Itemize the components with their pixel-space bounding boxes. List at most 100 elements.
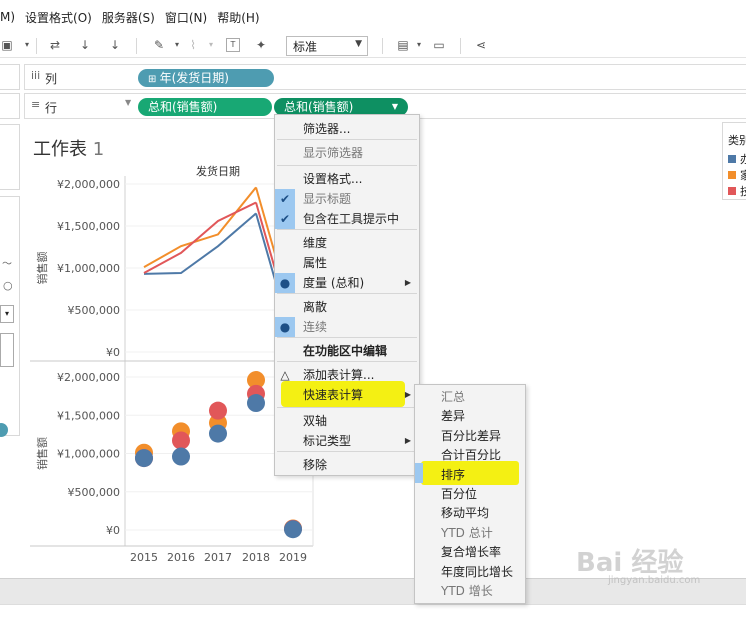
- context-menu-item[interactable]: 显示标题 ✔: [275, 189, 419, 209]
- radio-dot-icon: ●: [275, 317, 295, 337]
- scatter-point[interactable]: [247, 394, 265, 413]
- menu-separator: [277, 293, 417, 294]
- x-tick-label: 2017: [204, 551, 232, 564]
- checkmark-icon: ✔: [275, 189, 295, 209]
- context-menu-item[interactable]: 快速表计算 ▶: [275, 385, 419, 405]
- context-menu-item[interactable]: 连续 ●: [275, 317, 419, 337]
- legend-swatch[interactable]: [728, 155, 736, 163]
- submenu-arrow-icon: ▶: [404, 390, 411, 399]
- context-menu: 筛选器... 显示筛选器设置格式... 显示标题 ✔ 包含在工具提示中 ✔ 维度属性度量 (…: [274, 114, 420, 476]
- legend-swatch[interactable]: [728, 187, 736, 195]
- context-menu-item[interactable]: 维度: [275, 233, 419, 253]
- context-menu-item[interactable]: 离散: [275, 297, 419, 317]
- y-tick-label: ¥500,000: [68, 304, 121, 317]
- submenu-item[interactable]: 百分比差异: [415, 426, 525, 446]
- context-menu-item[interactable]: 度量 (总和) ● ▶: [275, 273, 419, 293]
- scatter-point[interactable]: [209, 424, 227, 443]
- scatter-point[interactable]: [209, 401, 227, 420]
- submenu-item-label: 移动平均: [441, 506, 490, 521]
- submenu-item-label: 百分比差异: [441, 428, 502, 443]
- menu-item-label: 度量 (总和): [303, 276, 365, 290]
- menu-item-label: 属性: [303, 256, 328, 270]
- color-legend: 类别 办 家 技: [722, 122, 746, 200]
- submenu-item-label: 复合增长率: [441, 545, 502, 560]
- x-tick-label: 2018: [242, 551, 270, 564]
- context-menu-item[interactable]: 属性: [275, 253, 419, 273]
- submenu-item-label: 汇总: [441, 390, 466, 404]
- submenu-item[interactable]: YTD 增长: [415, 581, 525, 601]
- menu-item-label: 筛选器...: [303, 122, 351, 136]
- menu-item-label: 包含在工具提示中: [303, 212, 400, 226]
- context-menu-item[interactable]: 包含在工具提示中 ✔: [275, 209, 419, 229]
- legend-item-label: 家: [740, 169, 746, 182]
- submenu-item-label: 差异: [441, 409, 466, 424]
- y-tick-label: ¥0: [106, 346, 120, 359]
- context-menu-item[interactable]: 显示筛选器: [275, 143, 419, 163]
- series-line[interactable]: [143, 201, 257, 274]
- y-tick-label: ¥500,000: [68, 486, 121, 499]
- x-tick-label: 2015: [130, 551, 158, 564]
- menu-item-label: 在功能区中编辑: [303, 344, 388, 358]
- menu-item-label: 显示筛选器: [303, 146, 364, 160]
- menu-separator: [277, 407, 417, 408]
- menu-item-label: 双轴: [303, 414, 328, 428]
- context-menu-item[interactable]: 在功能区中编辑: [275, 341, 419, 361]
- menu-item-label: 连续: [303, 320, 328, 334]
- scatter-point[interactable]: [135, 449, 153, 468]
- submenu-item[interactable]: 百分位: [415, 484, 525, 504]
- submenu-arrow-icon: ▶: [404, 278, 411, 287]
- submenu-item-label: YTD 增长: [441, 584, 493, 598]
- menu-item-label: 标记类型: [303, 434, 352, 448]
- menu-separator: [277, 165, 417, 166]
- menu-item-label: 移除: [303, 458, 328, 472]
- baidu-watermark: Bai 经验: [576, 548, 684, 578]
- submenu-item-label: 年度同比增长: [441, 564, 514, 579]
- submenu-item[interactable]: 差异: [415, 406, 525, 426]
- submenu-item[interactable]: 移动平均: [415, 503, 525, 523]
- context-menu-item[interactable]: 标记类型 ▶: [275, 431, 419, 451]
- x-tick-label: 2016: [167, 551, 195, 564]
- legend-item-label: 办: [740, 153, 746, 166]
- y-tick-label: ¥2,000,000: [57, 178, 120, 191]
- menu-item-label: 设置格式...: [303, 172, 363, 186]
- submenu-item[interactable]: 复合增长率: [415, 542, 525, 562]
- menu-item-label: 添加表计算...: [303, 368, 375, 382]
- submenu-item[interactable]: 年度同比增长: [415, 562, 525, 582]
- checkmark-icon: ✔: [275, 209, 295, 229]
- context-menu-item[interactable]: 移除: [275, 455, 419, 475]
- menu-separator: [277, 139, 417, 140]
- submenu-item-label: 排序: [441, 467, 466, 482]
- y-tick-label: ¥1,000,000: [57, 262, 120, 275]
- menu-separator: [277, 361, 417, 362]
- menu-item-label: 离散: [303, 300, 328, 314]
- submenu-item[interactable]: 汇总: [415, 387, 525, 407]
- context-menu-item[interactable]: 筛选器...: [275, 119, 419, 139]
- y-tick-label: ¥1,500,000: [57, 220, 120, 233]
- y-tick-label: ¥2,000,000: [57, 371, 120, 384]
- quick-table-calc-submenu: 汇总 差异 百分比差异 合计百分比 排序 百分位 移动平均 YTD 总计 复合增长率 年度同比增长…: [414, 384, 526, 604]
- status-bar: [0, 604, 746, 618]
- scatter-point[interactable]: [284, 520, 302, 539]
- legend-title: 类别: [728, 134, 746, 147]
- menu-item-label: 显示标题: [303, 192, 352, 206]
- menu-item-label: 维度: [303, 236, 328, 250]
- submenu-item-label: 百分位: [441, 487, 478, 501]
- submenu-item[interactable]: YTD 总计: [415, 523, 525, 543]
- y-axis-title: 销售额: [35, 252, 49, 285]
- watermark-url: jingyan.baidu.com: [608, 575, 701, 586]
- x-tick-label: 2019: [279, 551, 307, 564]
- submenu-arrow-icon: ▶: [404, 436, 411, 445]
- radio-dot-icon: ●: [275, 273, 295, 293]
- menu-separator: [277, 337, 417, 338]
- context-menu-item[interactable]: 双轴: [275, 411, 419, 431]
- y-tick-label: ¥1,500,000: [57, 409, 120, 422]
- scatter-point[interactable]: [172, 447, 190, 466]
- y-tick-label: ¥1,000,000: [57, 448, 120, 461]
- submenu-item[interactable]: 排序: [415, 465, 525, 485]
- menu-item-label: 快速表计算: [303, 388, 364, 402]
- legend-swatch[interactable]: [728, 171, 736, 179]
- context-menu-item[interactable]: 设置格式...: [275, 169, 419, 189]
- series-line-continuation: [255, 202, 277, 273]
- scatter-point[interactable]: [172, 431, 190, 450]
- submenu-item-label: YTD 总计: [441, 525, 493, 540]
